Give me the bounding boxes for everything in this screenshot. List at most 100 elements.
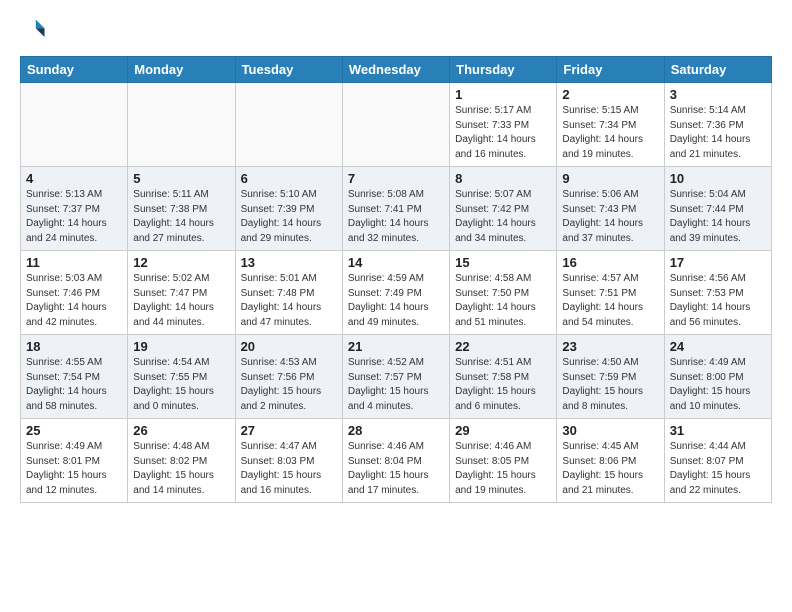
day-info: Sunrise: 4:46 AM Sunset: 8:05 PM Dayligh… <box>455 440 551 498</box>
day-info: Sunrise: 5:01 AM Sunset: 7:48 PM Dayligh… <box>241 272 337 330</box>
day-info: Sunrise: 4:49 AM Sunset: 8:01 PM Dayligh… <box>26 440 122 498</box>
calendar-cell: 19 Sunrise: 4:54 AM Sunset: 7:55 PM Dayli… <box>128 335 235 419</box>
weekday-header-saturday: Saturday <box>664 57 771 83</box>
calendar-cell: 22 Sunrise: 4:51 AM Sunset: 7:58 PM Dayli… <box>450 335 557 419</box>
day-info: Sunrise: 5:04 AM Sunset: 7:44 PM Dayligh… <box>670 188 766 246</box>
day-info: Sunrise: 4:59 AM Sunset: 7:49 PM Dayligh… <box>348 272 444 330</box>
day-info: Sunrise: 5:07 AM Sunset: 7:42 PM Dayligh… <box>455 188 551 246</box>
weekday-header-thursday: Thursday <box>450 57 557 83</box>
calendar-table: SundayMondayTuesdayWednesdayThursdayFrid… <box>20 56 772 503</box>
day-info: Sunrise: 5:06 AM Sunset: 7:43 PM Dayligh… <box>562 188 658 246</box>
calendar-cell: 30 Sunrise: 4:45 AM Sunset: 8:06 PM Dayli… <box>557 419 664 503</box>
day-info: Sunrise: 4:57 AM Sunset: 7:51 PM Dayligh… <box>562 272 658 330</box>
day-number: 12 <box>133 255 229 270</box>
week-row-3: 11 Sunrise: 5:03 AM Sunset: 7:46 PM Dayli… <box>21 251 772 335</box>
day-number: 7 <box>348 171 444 186</box>
day-number: 29 <box>455 423 551 438</box>
day-info: Sunrise: 4:44 AM Sunset: 8:07 PM Dayligh… <box>670 440 766 498</box>
calendar-cell: 17 Sunrise: 4:56 AM Sunset: 7:53 PM Dayli… <box>664 251 771 335</box>
calendar-cell: 12 Sunrise: 5:02 AM Sunset: 7:47 PM Dayli… <box>128 251 235 335</box>
day-number: 9 <box>562 171 658 186</box>
calendar-cell: 27Sunrise: 4:47 AM Sunset: 8:03 PM Dayli… <box>235 419 342 503</box>
day-number: 16 <box>562 255 658 270</box>
day-number: 15 <box>455 255 551 270</box>
calendar-cell: 6 Sunrise: 5:10 AM Sunset: 7:39 PM Daylig… <box>235 167 342 251</box>
calendar-cell: 15 Sunrise: 4:58 AM Sunset: 7:50 PM Dayli… <box>450 251 557 335</box>
logo-icon <box>20 16 48 44</box>
calendar-cell: 13 Sunrise: 5:01 AM Sunset: 7:48 PM Dayli… <box>235 251 342 335</box>
calendar-cell: 31 Sunrise: 4:44 AM Sunset: 8:07 PM Dayli… <box>664 419 771 503</box>
calendar-cell: 10 Sunrise: 5:04 AM Sunset: 7:44 PM Dayli… <box>664 167 771 251</box>
calendar-cell: 3 Sunrise: 5:14 AM Sunset: 7:36 PM Daylig… <box>664 83 771 167</box>
week-row-5: 25Sunrise: 4:49 AM Sunset: 8:01 PM Dayli… <box>21 419 772 503</box>
day-number: 17 <box>670 255 766 270</box>
calendar-cell: 21 Sunrise: 4:52 AM Sunset: 7:57 PM Dayli… <box>342 335 449 419</box>
day-info: Sunrise: 5:14 AM Sunset: 7:36 PM Dayligh… <box>670 104 766 162</box>
day-number: 19 <box>133 339 229 354</box>
calendar-cell: 5 Sunrise: 5:11 AM Sunset: 7:38 PM Daylig… <box>128 167 235 251</box>
week-row-1: 1 Sunrise: 5:17 AM Sunset: 7:33 PM Daylig… <box>21 83 772 167</box>
week-row-2: 4Sunrise: 5:13 AM Sunset: 7:37 PM Daylig… <box>21 167 772 251</box>
weekday-header-friday: Friday <box>557 57 664 83</box>
weekday-header-row: SundayMondayTuesdayWednesdayThursdayFrid… <box>21 57 772 83</box>
day-number: 8 <box>455 171 551 186</box>
calendar-cell: 1 Sunrise: 5:17 AM Sunset: 7:33 PM Daylig… <box>450 83 557 167</box>
calendar-cell: 9 Sunrise: 5:06 AM Sunset: 7:43 PM Daylig… <box>557 167 664 251</box>
page: SundayMondayTuesdayWednesdayThursdayFrid… <box>0 0 792 519</box>
day-info: Sunrise: 4:46 AM Sunset: 8:04 PM Dayligh… <box>348 440 444 498</box>
day-number: 18 <box>26 339 122 354</box>
day-number: 22 <box>455 339 551 354</box>
calendar-cell <box>342 83 449 167</box>
calendar-cell: 23 Sunrise: 4:50 AM Sunset: 7:59 PM Dayli… <box>557 335 664 419</box>
day-number: 30 <box>562 423 658 438</box>
day-number: 4 <box>26 171 122 186</box>
day-info: Sunrise: 4:55 AM Sunset: 7:54 PM Dayligh… <box>26 356 122 414</box>
day-number: 13 <box>241 255 337 270</box>
day-info: Sunrise: 4:51 AM Sunset: 7:58 PM Dayligh… <box>455 356 551 414</box>
weekday-header-sunday: Sunday <box>21 57 128 83</box>
calendar-cell <box>128 83 235 167</box>
day-info: Sunrise: 4:52 AM Sunset: 7:57 PM Dayligh… <box>348 356 444 414</box>
day-number: 28 <box>348 423 444 438</box>
calendar-cell <box>21 83 128 167</box>
day-number: 6 <box>241 171 337 186</box>
day-info: Sunrise: 4:54 AM Sunset: 7:55 PM Dayligh… <box>133 356 229 414</box>
day-number: 11 <box>26 255 122 270</box>
calendar-cell: 25Sunrise: 4:49 AM Sunset: 8:01 PM Dayli… <box>21 419 128 503</box>
day-number: 14 <box>348 255 444 270</box>
day-info: Sunrise: 4:45 AM Sunset: 8:06 PM Dayligh… <box>562 440 658 498</box>
calendar-cell: 24 Sunrise: 4:49 AM Sunset: 8:00 PM Dayli… <box>664 335 771 419</box>
day-info: Sunrise: 5:03 AM Sunset: 7:46 PM Dayligh… <box>26 272 122 330</box>
day-number: 5 <box>133 171 229 186</box>
day-number: 24 <box>670 339 766 354</box>
day-number: 23 <box>562 339 658 354</box>
day-number: 26 <box>133 423 229 438</box>
day-number: 31 <box>670 423 766 438</box>
calendar-cell: 14 Sunrise: 4:59 AM Sunset: 7:49 PM Dayli… <box>342 251 449 335</box>
day-number: 3 <box>670 87 766 102</box>
day-info: Sunrise: 4:58 AM Sunset: 7:50 PM Dayligh… <box>455 272 551 330</box>
calendar-cell: 11 Sunrise: 5:03 AM Sunset: 7:46 PM Dayli… <box>21 251 128 335</box>
weekday-header-wednesday: Wednesday <box>342 57 449 83</box>
day-info: Sunrise: 5:10 AM Sunset: 7:39 PM Dayligh… <box>241 188 337 246</box>
day-info: Sunrise: 5:17 AM Sunset: 7:33 PM Dayligh… <box>455 104 551 162</box>
day-info: Sunrise: 5:11 AM Sunset: 7:38 PM Dayligh… <box>133 188 229 246</box>
day-number: 21 <box>348 339 444 354</box>
calendar-cell: 26 Sunrise: 4:48 AM Sunset: 8:02 PM Dayli… <box>128 419 235 503</box>
day-info: Sunrise: 5:02 AM Sunset: 7:47 PM Dayligh… <box>133 272 229 330</box>
weekday-header-monday: Monday <box>128 57 235 83</box>
calendar-cell: 16 Sunrise: 4:57 AM Sunset: 7:51 PM Dayli… <box>557 251 664 335</box>
day-info: Sunrise: 4:56 AM Sunset: 7:53 PM Dayligh… <box>670 272 766 330</box>
calendar-cell: 2Sunrise: 5:15 AM Sunset: 7:34 PM Daylig… <box>557 83 664 167</box>
day-number: 10 <box>670 171 766 186</box>
day-info: Sunrise: 4:47 AM Sunset: 8:03 PM Dayligh… <box>241 440 337 498</box>
day-number: 1 <box>455 87 551 102</box>
header <box>20 16 772 44</box>
calendar-cell: 29 Sunrise: 4:46 AM Sunset: 8:05 PM Dayli… <box>450 419 557 503</box>
weekday-header-tuesday: Tuesday <box>235 57 342 83</box>
day-info: Sunrise: 4:50 AM Sunset: 7:59 PM Dayligh… <box>562 356 658 414</box>
day-info: Sunrise: 4:49 AM Sunset: 8:00 PM Dayligh… <box>670 356 766 414</box>
logo <box>20 16 52 44</box>
calendar-cell: 4Sunrise: 5:13 AM Sunset: 7:37 PM Daylig… <box>21 167 128 251</box>
day-info: Sunrise: 4:48 AM Sunset: 8:02 PM Dayligh… <box>133 440 229 498</box>
